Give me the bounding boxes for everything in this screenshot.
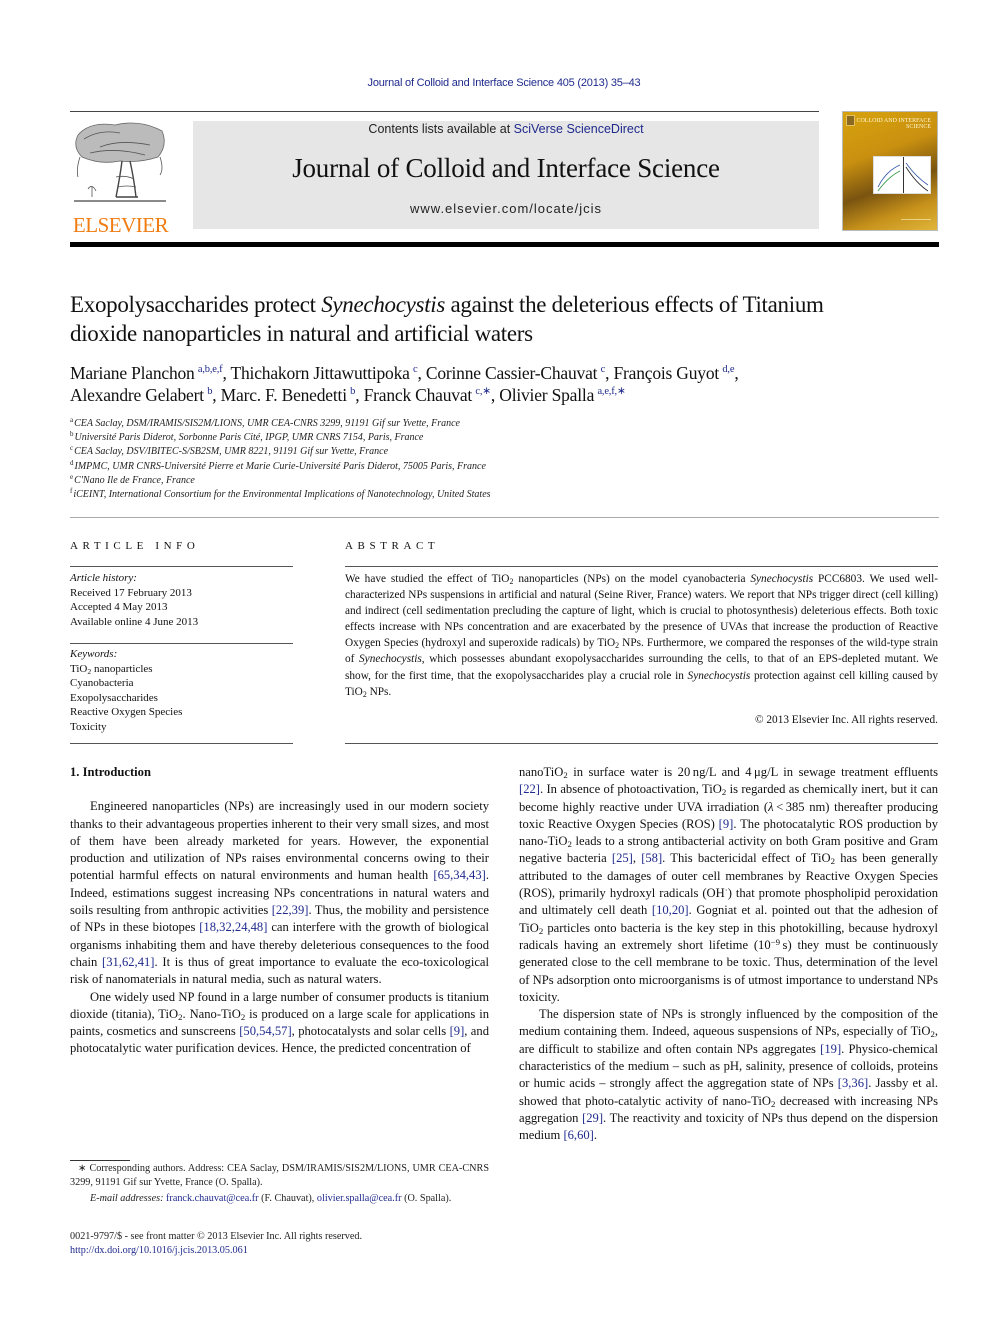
email-note: E-mail addresses: franck.chauvat@cea.fr … [90,1193,452,1204]
journal-masthead: Contents lists available at SciVerse Sci… [193,121,819,229]
header-thick-rule [70,242,939,247]
keywords-label: Keywords: [70,648,118,660]
contents-availability: Contents lists available at SciVerse Sci… [368,122,644,136]
accepted-date: Accepted 4 May 2013 [70,601,168,613]
citation-link[interactable]: [22] [519,782,540,796]
citation-link[interactable]: [29] [582,1111,603,1125]
citation-link[interactable]: [10,20] [652,903,689,917]
citation-link[interactable]: [9] [719,817,734,831]
elsevier-wordmark: ELSEVIER [72,213,169,237]
citation-link[interactable]: [6,60] [563,1128,593,1142]
online-date: Available online 4 June 2013 [70,615,199,628]
section-divider [70,517,939,518]
author[interactable]: Alexandre Gelabert b [70,385,212,405]
info-divider [70,566,293,567]
article-info-heading: ARTICLE INFO [70,540,200,552]
affiliation-list: aCEA Saclay, DSM/IRAMIS/SIS2M/LIONS, UMR… [70,417,930,502]
history-label: Article history: [70,572,137,584]
paragraph: Engineered nanoparticles (NPs) are incre… [70,799,489,987]
author-affiliation-marker[interactable]: a,e,f,∗ [597,386,625,397]
info-divider [70,743,293,744]
author[interactable]: François Guyot d,e [613,363,734,383]
issn-copyright: 0021-9797/$ - see front matter © 2013 El… [70,1231,363,1242]
citation-link[interactable]: [31,62,41] [102,955,154,969]
abstract-divider [345,743,938,744]
keyword: Reactive Oxygen Species [70,706,183,718]
author-list: Mariane Planchon a,b,e,f, Thichakorn Jit… [70,363,739,405]
citation-link[interactable]: [18,32,24,48] [199,920,267,934]
cover-footer-line [901,219,931,220]
affiliation: cCEA Saclay, DSV/IBITEC-S/SB2SM, UMR 822… [70,444,389,458]
paragraph: One widely used NP found in a large numb… [70,989,489,1056]
affiliation: dIMPMC, UMR CNRS-Université Pierre et Ma… [70,458,486,472]
journal-name: Journal of Colloid and Interface Science [292,153,720,183]
keyword: TiO2 nanoparticles [70,662,153,676]
affiliation: fiCEINT, International Consortium for th… [70,487,491,501]
journal-citation-link[interactable]: Journal of Colloid and Interface Science… [368,77,641,89]
author[interactable]: Olivier Spalla a,e,f,∗ [499,385,625,405]
body-column-right: nanoTiO2 in surface water is 20 ng/L and… [519,764,938,1145]
cover-plot-image [873,156,931,194]
citation-link[interactable]: [22,39] [272,903,309,917]
author[interactable]: Thichakorn Jittawuttipoka c [231,363,418,383]
affiliation: bUniversité Paris Diderot, Sorbonne Pari… [70,430,424,444]
abstract-divider [345,566,938,567]
sciencedirect-link[interactable]: SciVerse ScienceDirect [514,122,644,136]
email-link[interactable]: olivier.spalla@cea.fr [317,1193,402,1204]
article-title: Exopolysaccharides protect Synechocystis… [70,292,824,346]
body-column-left: 1. Introduction Engineered nanoparticles… [70,764,489,1058]
article-history: Article history: Received 17 February 20… [70,571,295,629]
corresponding-author-note: ∗ Corresponding authors. Address: CEA Sa… [70,1163,489,1188]
author[interactable]: Corinne Cassier-Chauvat c [426,363,605,383]
cover-plot-divider [903,157,904,193]
received-date: Received 17 February 2013 [70,586,192,599]
running-head: Journal of Colloid and Interface Science… [0,77,992,89]
keyword: Cyanobacteria [70,677,134,689]
top-rule [70,111,819,112]
author[interactable]: Mariane Planchon a,b,e,f [70,363,223,383]
abstract-heading: ABSTRACT [345,540,440,552]
front-matter: 0021-9797/$ - see front matter © 2013 El… [70,1230,489,1258]
author[interactable]: Franck Chauvat c,∗ [364,385,492,405]
author-affiliation-marker[interactable]: d,e [722,364,734,375]
paragraph: nanoTiO2 in surface water is 20 ng/L and… [519,765,938,1004]
author-affiliation-marker[interactable]: c,∗ [475,386,491,397]
citation-link[interactable]: [50,54,57] [239,1024,291,1038]
info-divider [70,643,293,644]
abstract-copyright: © 2013 Elsevier Inc. All rights reserved… [754,714,938,726]
keywords: Keywords: TiO2 nanoparticles Cyanobacter… [70,647,295,734]
paragraph: The dispersion state of NPs is strongly … [519,1007,939,1143]
section-heading: 1. Introduction [70,765,151,779]
footnotes: ∗ Corresponding authors. Address: CEA Sa… [70,1157,489,1208]
doi-link[interactable]: http://dx.doi.org/10.1016/j.jcis.2013.05… [70,1245,248,1256]
journal-url[interactable]: www.elsevier.com/locate/jcis [193,201,819,216]
email-link[interactable]: franck.chauvat@cea.fr [166,1193,259,1204]
journal-cover-thumbnail[interactable]: COLLOID AND INTERFACE SCIENCE [842,111,938,231]
citation-link[interactable]: [19] [820,1042,841,1056]
elsevier-logo[interactable]: ELSEVIER [68,117,173,237]
citation-link[interactable]: [9] [450,1024,465,1038]
author-affiliation-marker[interactable]: a,b,e,f [198,364,223,375]
keyword: Exopolysaccharides [70,691,158,704]
author[interactable]: Marc. F. Benedetti b [221,385,356,405]
elsevier-tree-icon [74,122,166,202]
title-organism: Synechocystis [321,292,446,317]
citation-link[interactable]: [3,36] [838,1076,868,1090]
cover-title: COLLOID AND INTERFACE SCIENCE [856,118,931,130]
affiliation: aCEA Saclay, DSM/IRAMIS/SIS2M/LIONS, UMR… [70,416,460,430]
keyword: Toxicity [70,720,107,733]
abstract-body: We have studied the effect of TiO2 nanop… [345,573,938,699]
citation-link[interactable]: [65,34,43] [433,868,485,882]
citation-link[interactable]: [58] [641,851,662,865]
citation-link[interactable]: [25] [612,851,633,865]
affiliation: eC'Nano Ile de France, France [70,472,195,486]
